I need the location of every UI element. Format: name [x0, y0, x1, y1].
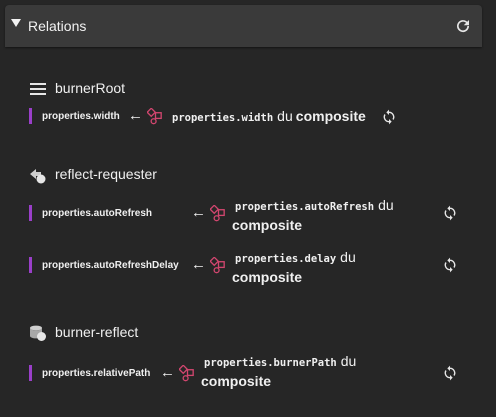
du-label: du — [378, 197, 394, 213]
arrow-left-icon: ← — [191, 204, 206, 221]
accent-bar — [29, 108, 32, 124]
panel-title: Relations — [28, 18, 87, 34]
property-name: properties.width — [42, 111, 120, 122]
arrow-left-icon: ← — [191, 256, 206, 273]
sync-icon[interactable] — [442, 205, 458, 221]
section-name: burner-reflect — [55, 324, 139, 340]
refresh-icon[interactable] — [454, 17, 472, 35]
component-node-icon — [147, 108, 162, 125]
target-component: composite — [232, 269, 303, 285]
section-header: burnerRoot — [29, 78, 329, 100]
property-name: properties.autoRefresh — [42, 208, 153, 219]
hamburger-icon — [30, 83, 46, 95]
relation-row: properties.autoRefreshDelay ← properties… — [29, 248, 469, 285]
target-property: properties.width — [172, 112, 274, 124]
relation-row: properties.width ← properties.width du co… — [29, 108, 469, 128]
accent-bar — [29, 205, 32, 221]
target-component: composite — [232, 217, 303, 233]
relation-target: properties.autoRefresh du composite — [232, 196, 422, 236]
section-name: burnerRoot — [55, 80, 126, 96]
sync-icon[interactable] — [442, 257, 458, 273]
requester-icon — [30, 169, 46, 184]
relation-target: properties.width du composite — [172, 108, 366, 126]
target-property: properties.burnerPath — [204, 357, 337, 369]
section-name: reflect-requester — [55, 166, 157, 182]
target-component: composite — [201, 373, 272, 389]
target-property: properties.delay — [235, 253, 337, 265]
relation-target: properties.burnerPath du composite — [201, 352, 401, 392]
component-node-icon — [179, 365, 194, 382]
property-name: properties.relativePath — [42, 368, 151, 379]
database-icon — [30, 325, 46, 341]
du-label: du — [340, 353, 357, 369]
relation-row: properties.relativePath ← properties.bur… — [29, 352, 469, 389]
accent-bar — [29, 365, 32, 381]
sync-icon[interactable] — [442, 365, 458, 381]
arrow-left-icon: ← — [160, 364, 175, 381]
du-label: du — [340, 249, 356, 265]
accent-bar — [29, 257, 32, 273]
property-name: properties.autoRefreshDelay — [42, 260, 179, 271]
arrow-left-icon: ← — [128, 107, 143, 124]
component-node-icon — [210, 257, 225, 274]
target-property: properties.autoRefresh — [235, 201, 375, 213]
caret-down-icon[interactable] — [11, 19, 21, 27]
du-label: du — [277, 108, 293, 124]
relation-row: properties.autoRefresh ← properties.auto… — [29, 196, 469, 233]
component-node-icon — [210, 205, 225, 222]
section-header: burner-reflect — [29, 322, 329, 344]
relation-target: properties.delay du composite — [232, 248, 422, 288]
section-header: reflect-requester — [29, 164, 329, 186]
relations-panel-header[interactable]: Relations — [5, 5, 482, 47]
sync-icon[interactable] — [381, 109, 397, 125]
target-component: composite — [295, 108, 366, 124]
